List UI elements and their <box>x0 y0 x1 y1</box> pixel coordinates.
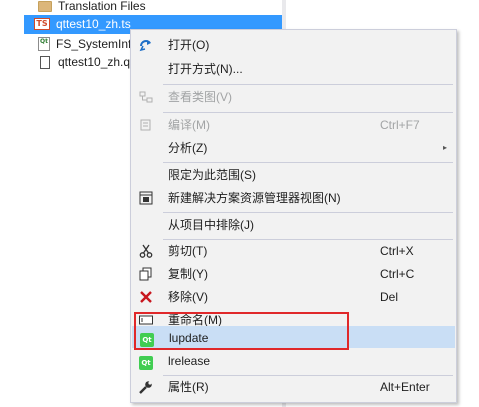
open-arrow-icon <box>138 37 154 53</box>
menu-item-label: 从项目中排除(J) <box>168 218 254 232</box>
class-diagram-icon <box>138 89 154 105</box>
menu-item-shortcut: Ctrl+X <box>380 244 414 258</box>
menu-item-lrelease[interactable]: Qt lrelease <box>132 350 455 372</box>
menu-separator <box>163 84 453 85</box>
menu-item-exclude-from-project[interactable]: 从项目中排除(J) <box>132 214 455 236</box>
highlight-annotation-box <box>134 312 349 350</box>
menu-item-label: 编译(M) <box>168 118 210 132</box>
menu-item-label: 复制(Y) <box>168 267 208 281</box>
tree-item-label: qttest10_zh.ts <box>56 17 131 31</box>
compile-icon <box>138 117 154 133</box>
menu-item-copy[interactable]: 复制(Y) Ctrl+C <box>132 263 455 285</box>
copy-icon <box>138 266 154 282</box>
menu-item-shortcut: Alt+Enter <box>380 380 430 394</box>
new-view-icon <box>138 190 154 206</box>
menu-item-properties[interactable]: 属性(R) Alt+Enter <box>132 376 455 398</box>
menu-item-compile[interactable]: 编译(M) Ctrl+F7 <box>132 114 455 136</box>
menu-separator <box>163 212 453 213</box>
ts-file-icon: TS <box>34 18 50 30</box>
tree-item-label: FS_SystemInf <box>56 37 132 51</box>
tree-item-label: Translation Files <box>58 0 146 13</box>
menu-item-label: 剪切(T) <box>168 244 208 258</box>
wrench-icon <box>138 379 154 395</box>
scissors-icon <box>138 243 154 259</box>
tree-item-label: qttest10_zh.q <box>58 55 131 69</box>
menu-separator <box>163 162 453 163</box>
menu-item-shortcut: Ctrl+C <box>380 267 415 281</box>
qt-lrelease-icon: Qt <box>138 353 154 370</box>
menu-item-shortcut: Ctrl+F7 <box>380 118 420 132</box>
screen: Translation Files TS qttest10_zh.ts Qt FS_… <box>0 0 479 407</box>
menu-item-label: 打开(O) <box>168 38 210 52</box>
menu-item-label: 限定为此范围(S) <box>168 168 256 182</box>
menu-item-label: 移除(V) <box>168 290 208 304</box>
tree-item-translation-files[interactable]: Translation Files <box>38 0 278 16</box>
document-icon <box>40 56 50 69</box>
menu-item-analyze[interactable]: 分析(Z) ▸ <box>132 137 455 159</box>
qt-file-icon: Qt <box>38 37 50 51</box>
menu-item-label: 属性(R) <box>168 380 209 394</box>
menu-item-label: lrelease <box>168 354 211 368</box>
menu-item-label: 新建解决方案资源管理器视图(N) <box>168 191 341 205</box>
menu-item-label: 查看类图(V) <box>168 90 232 104</box>
menu-item-label: 分析(Z) <box>168 141 208 155</box>
menu-item-view-class-diagram[interactable]: 查看类图(V) <box>132 86 455 108</box>
menu-item-scope-to-this[interactable]: 限定为此范围(S) <box>132 164 455 186</box>
menu-item-label: 打开方式(N)... <box>168 62 243 76</box>
menu-separator <box>163 112 453 113</box>
remove-x-icon <box>138 289 154 305</box>
menu-item-new-explorer-view[interactable]: 新建解决方案资源管理器视图(N) <box>132 187 455 209</box>
menu-item-open-with[interactable]: 打开方式(N)... <box>132 58 455 80</box>
qt-badge: Qt <box>139 356 153 370</box>
menu-item-shortcut: Del <box>380 290 399 304</box>
menu-item-remove[interactable]: 移除(V) Del <box>132 286 455 308</box>
menu-item-open[interactable]: 打开(O) <box>132 34 455 56</box>
folder-icon <box>38 1 52 12</box>
menu-item-cut[interactable]: 剪切(T) Ctrl+X <box>132 240 455 262</box>
submenu-arrow-icon: ▸ <box>442 143 447 152</box>
